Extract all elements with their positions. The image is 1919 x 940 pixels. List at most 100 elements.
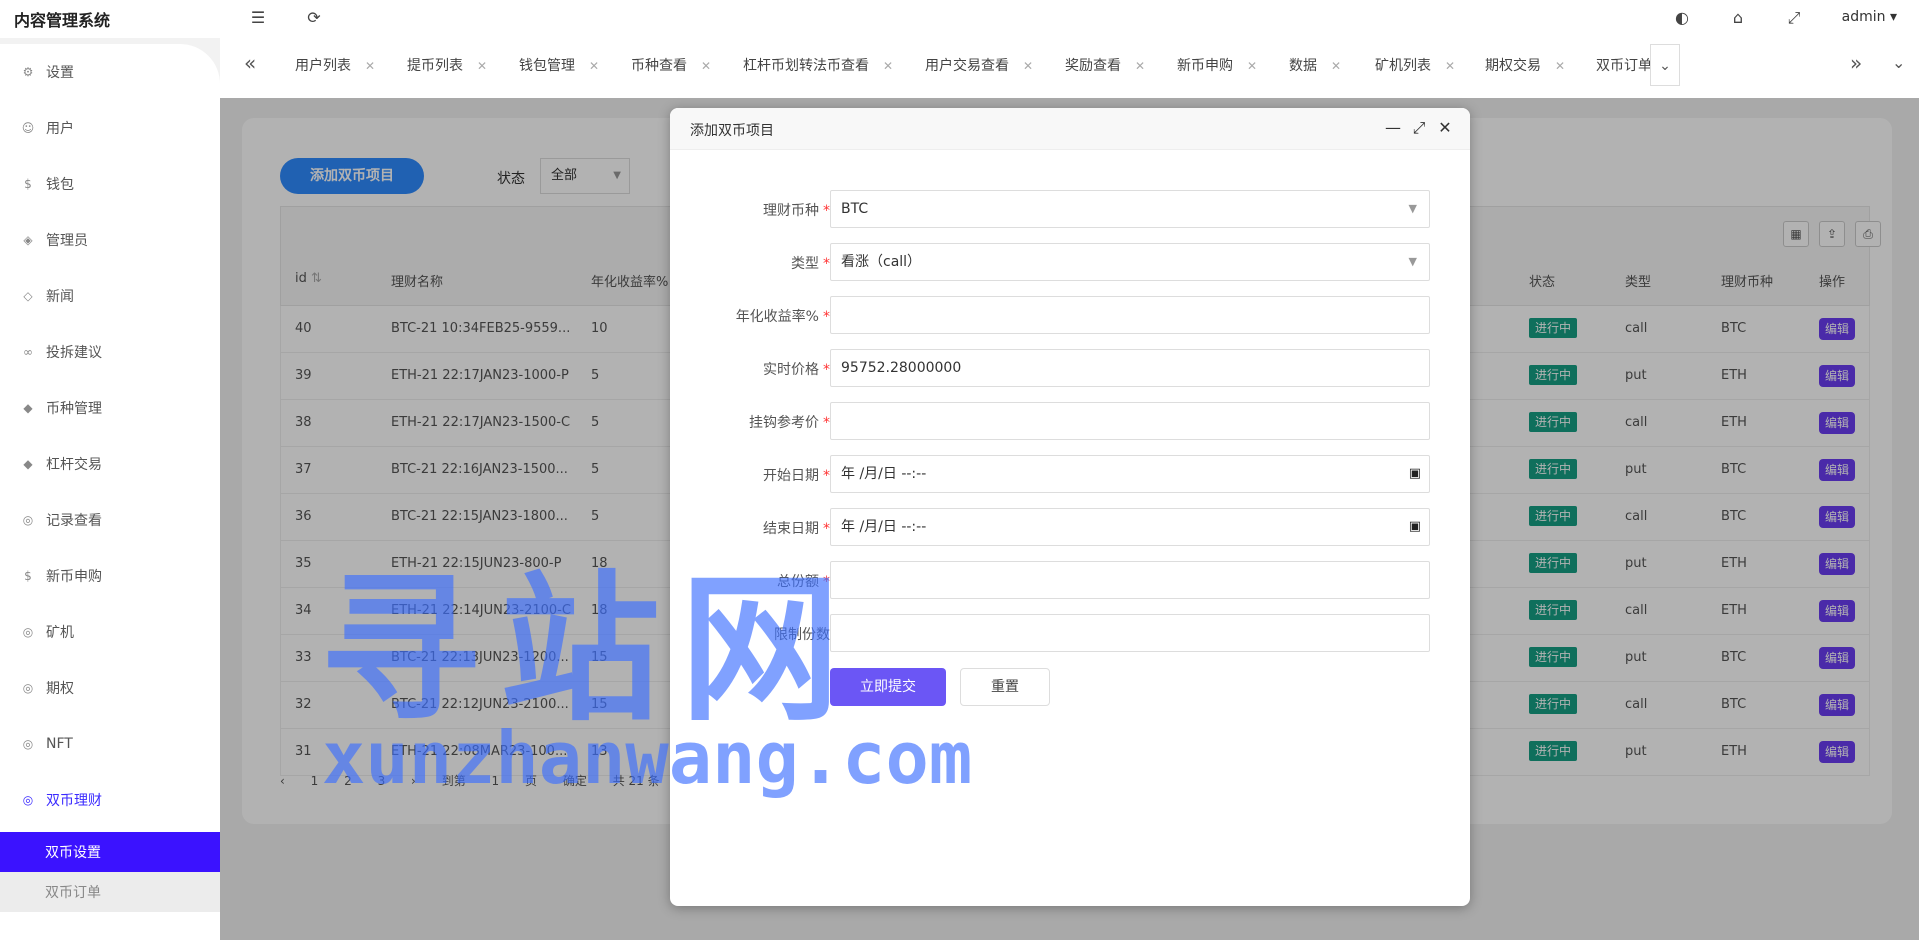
close-icon[interactable]: ✕ [1555,59,1565,73]
form-row-reference: 挂钩参考价 * [670,402,1470,440]
sidebar-subitem-label: 双币设置 [45,845,101,861]
dollar-icon: $ [24,569,32,583]
price-input[interactable]: 95752.28000000 [830,349,1430,387]
sidebar-item-miner[interactable]: ◎ 矿机 [0,612,220,652]
end-date-input[interactable]: 年 /月/日 --:-- ▣ [830,508,1430,546]
sidebar-item-settings[interactable]: ⚙ 设置 [0,52,220,92]
tab[interactable]: 提币列表 ✕ [407,52,487,80]
sidebar-item-coins[interactable]: ◆ 币种管理 [0,388,220,428]
sidebar-item-wallet[interactable]: $ 钱包 [0,164,220,204]
close-icon[interactable]: ✕ [1023,59,1033,73]
sidebar-item-label: NFT [46,736,73,752]
field-label-text: 理财币种 [763,203,819,219]
close-icon[interactable]: ✕ [1436,118,1454,137]
user-menu[interactable]: admin ▾ [1842,9,1897,25]
sidebar-item-label: 币种管理 [46,401,102,417]
close-icon[interactable]: ✕ [1135,59,1145,73]
tab[interactable]: 币种查看 ✕ [631,52,711,80]
tab[interactable]: 杠杆币划转法币查看 ✕ [743,52,893,80]
close-icon[interactable]: ✕ [883,59,893,73]
sidebar-item-nft[interactable]: ◎ NFT [0,724,220,764]
tab[interactable]: 矿机列表 ✕ [1375,52,1455,80]
form-row-price: 实时价格 * 95752.28000000 [670,349,1470,387]
tabs-right-icon[interactable]: » [1850,51,1862,75]
maximize-icon[interactable]: ⤢ [1410,118,1428,138]
required-mark: * [823,468,830,484]
shield-icon: ◈ [23,233,33,247]
caret-down-icon: ▾ [1889,9,1897,25]
field-label: 开始日期 * [763,465,830,485]
close-icon[interactable]: ✕ [701,59,711,73]
theme-icon[interactable]: ◐ [1672,8,1692,28]
field-label-text: 开始日期 [763,468,819,484]
app-title: 内容管理系统 [14,11,111,30]
sidebar-item-dual-finance[interactable]: ◎ 双币理财 [0,780,220,820]
calendar-icon[interactable]: ▣ [1409,456,1421,492]
sidebar-item-ipo[interactable]: $ 新币申购 [0,556,220,596]
close-icon[interactable]: ✕ [1247,59,1257,73]
limit-shares-input[interactable] [830,614,1430,652]
tab[interactable]: 期权交易 ✕ [1485,52,1565,80]
field-label-text: 挂钩参考价 [749,415,819,431]
user-name: admin [1841,9,1886,25]
tag-icon: ◇ [23,289,33,303]
tab[interactable]: 钱包管理 ✕ [519,52,599,80]
sidebar-subitem-dual-orders[interactable]: 双币订单 [0,872,220,912]
rate-input[interactable] [830,296,1430,334]
sidebar-item-label: 设置 [46,65,74,81]
start-date-input[interactable]: 年 /月/日 --:-- ▣ [830,455,1430,493]
chevron-down-icon[interactable]: ⌄ [1892,53,1905,72]
required-mark: * [823,415,830,431]
type-select[interactable]: 看涨（call） ▼ [830,243,1430,281]
coin-select[interactable]: BTC ▼ [830,190,1430,228]
sidebar-item-records[interactable]: ◎ 记录查看 [0,500,220,540]
tab[interactable]: 数据 ✕ [1289,52,1341,80]
tab[interactable]: 用户交易查看 ✕ [925,52,1033,80]
refresh-icon[interactable]: ⟳ [304,8,324,28]
sidebar-item-news[interactable]: ◇ 新闻 [0,276,220,316]
sidebar-item-leverage[interactable]: ◆ 杠杆交易 [0,444,220,484]
menu-collapse-icon[interactable]: ☰ [248,8,268,28]
field-label: 实时价格 * [763,359,830,379]
link-icon: ∞ [23,345,33,359]
top-header: 内容管理系统 ☰ ⟳ ◐ ⌂ ⤢ admin ▾ [0,0,1919,38]
form-row-rate: 年化收益率% * [670,296,1470,334]
sidebar-item-feedback[interactable]: ∞ 投拆建议 [0,332,220,372]
calendar-icon[interactable]: ▣ [1409,509,1421,545]
modal-header: 添加双币项目 — ⤢ ✕ [670,108,1470,150]
sidebar-item-admins[interactable]: ◈ 管理员 [0,220,220,260]
sidebar-item-label: 钱包 [46,177,74,193]
sidebar-subitem-dual-settings[interactable]: 双币设置 [0,832,220,872]
reference-price-input[interactable] [830,402,1430,440]
minimize-icon[interactable]: — [1384,118,1402,137]
sidebar-item-users[interactable]: ☺ 用户 [0,108,220,148]
close-icon[interactable]: ✕ [589,59,599,73]
field-label-text: 年化收益率% [735,309,819,325]
tab-label: 币种查看 [631,58,687,74]
tabs-left-icon[interactable]: « [244,51,256,75]
watermark-url: xunzhanwang.com [322,716,973,800]
tab[interactable]: 用户列表 ✕ [295,52,375,80]
close-icon[interactable]: ✕ [477,59,487,73]
sidebar-subitem-label: 双币订单 [45,885,101,901]
close-icon[interactable]: ✕ [1445,59,1455,73]
tag-icon[interactable]: ⌂ [1728,8,1748,28]
sidebar-item-options[interactable]: ◎ 期权 [0,668,220,708]
coin-select-value: BTC [841,201,869,217]
tab[interactable]: 新币申购 ✕ [1177,52,1257,80]
circle-icon: ◎ [22,681,34,695]
fullscreen-icon[interactable]: ⤢ [1784,8,1804,28]
field-label-text: 实时价格 [763,362,819,378]
tab-label: 双币订单 [1596,58,1650,74]
tabs-dropdown[interactable]: ⌄ [1650,44,1680,86]
reset-button[interactable]: 重置 [960,668,1050,706]
close-icon[interactable]: ✕ [1331,59,1341,73]
sidebar-item-label: 杠杆交易 [46,457,102,473]
close-icon[interactable]: ✕ [365,59,375,73]
total-shares-input[interactable] [830,561,1430,599]
sidebar: ⚙ 设置 ☺ 用户 $ 钱包 ◈ 管理员 ◇ 新闻 ∞ 投拆建议 ◆ 币种管理 ◆ 杠杆交易 ◎… [0,44,220,940]
tab-label: 用户交易查看 [925,58,1009,74]
tab-label: 新币申购 [1177,58,1233,74]
tab[interactable]: 奖励查看 ✕ [1065,52,1145,80]
tab[interactable]: 双币订单 [1596,52,1650,80]
